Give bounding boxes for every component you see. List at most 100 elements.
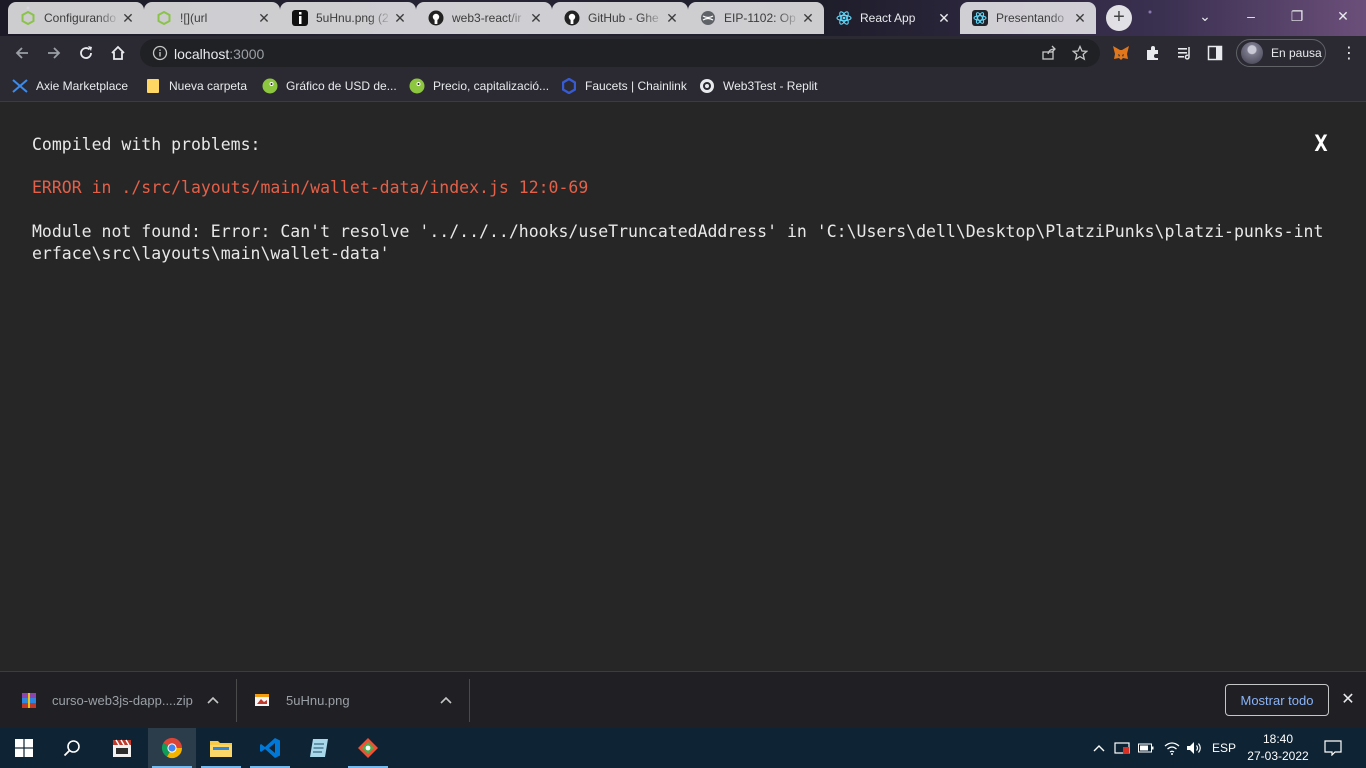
taskbar-app-vscode[interactable] bbox=[246, 728, 294, 768]
start-button[interactable] bbox=[0, 728, 48, 768]
taskbar-app-clapper[interactable] bbox=[98, 728, 146, 768]
globe-icon bbox=[700, 10, 716, 26]
close-icon[interactable]: ✕ bbox=[392, 10, 408, 26]
close-icon[interactable]: ✕ bbox=[120, 10, 136, 26]
close-icon[interactable]: ✕ bbox=[528, 10, 544, 26]
home-icon bbox=[111, 45, 125, 60]
divider bbox=[469, 679, 470, 722]
restore-icon: ❐ bbox=[1290, 7, 1304, 24]
reload-icon bbox=[80, 46, 92, 59]
tab-title: React App bbox=[860, 11, 916, 25]
tab-presentando[interactable]: Presentando ✕ bbox=[960, 2, 1096, 34]
github-icon bbox=[564, 10, 580, 26]
window-close-button[interactable]: ✕ bbox=[1320, 0, 1366, 32]
language-indicator[interactable]: ESP bbox=[1208, 728, 1240, 768]
react-icon bbox=[972, 10, 988, 26]
new-tab-button[interactable]: + bbox=[1106, 5, 1132, 31]
taskbar-app-explorer[interactable] bbox=[197, 728, 245, 768]
folder-icon bbox=[145, 78, 161, 94]
restore-button[interactable]: ❐ bbox=[1274, 0, 1320, 32]
reload-button[interactable] bbox=[72, 39, 100, 67]
error-heading: ERROR in ./src/layouts/main/wallet-data/… bbox=[32, 178, 589, 197]
profile-button[interactable]: En pausa bbox=[1236, 39, 1326, 67]
close-shelf-button[interactable]: ✕ bbox=[1339, 691, 1357, 709]
overlay-close-button[interactable]: X bbox=[1310, 132, 1332, 158]
speaker-icon bbox=[1187, 742, 1201, 754]
tab-strip: Configurando ✕ ![](url ✕ 5uHnu.png (2 ✕ … bbox=[0, 0, 1366, 36]
clock-date: 27-03-2022 bbox=[1247, 749, 1309, 763]
close-icon[interactable]: ✕ bbox=[800, 10, 816, 26]
windows-taskbar: ESP 18:40 27-03-2022 bbox=[0, 728, 1366, 768]
taskbar-app-chrome[interactable] bbox=[148, 728, 196, 768]
tab-5uhnu-png[interactable]: 5uHnu.png (2 ✕ bbox=[280, 2, 416, 34]
notification-icon bbox=[1324, 740, 1342, 756]
tab-title: Presentando bbox=[996, 11, 1065, 25]
browser-toolbar: localhost:3000 En pausa ⋮ bbox=[0, 36, 1366, 70]
tab-title: GitHub - Ghe bbox=[588, 11, 659, 25]
notifications-button[interactable] bbox=[1320, 728, 1346, 768]
chevron-up-icon[interactable] bbox=[438, 692, 454, 708]
extensions-puzzle-icon[interactable] bbox=[1144, 44, 1162, 62]
close-icon[interactable]: ✕ bbox=[1072, 10, 1088, 26]
error-message: Module not found: Error: Can't resolve '… bbox=[32, 222, 1324, 263]
forward-button[interactable] bbox=[40, 39, 68, 67]
tab-web3-react[interactable]: web3-react/ir ✕ bbox=[416, 2, 552, 34]
axie-icon bbox=[12, 78, 28, 94]
bookmark-web3test-replit[interactable]: Web3Test - Replit bbox=[699, 76, 817, 96]
tab-image-markdown[interactable]: ![](url ✕ bbox=[144, 2, 280, 34]
tab-configurando[interactable]: Configurando ✕ bbox=[8, 2, 144, 34]
replit-icon bbox=[699, 78, 715, 94]
close-icon[interactable]: ✕ bbox=[256, 10, 272, 26]
tab-title: ![](url bbox=[180, 11, 208, 25]
profile-status: En pausa bbox=[1271, 46, 1322, 60]
address-bar[interactable]: localhost:3000 bbox=[140, 39, 1100, 67]
volume-control[interactable] bbox=[1184, 728, 1206, 768]
taskbar-app-notepad[interactable] bbox=[295, 728, 343, 768]
show-hidden-icons-button[interactable] bbox=[1090, 728, 1108, 768]
tray-app-icon[interactable] bbox=[1112, 728, 1132, 768]
winrar-icon bbox=[20, 692, 38, 710]
tab-title: web3-react/ir bbox=[452, 11, 522, 25]
tab-eip-1102[interactable]: EIP-1102: Op ✕ bbox=[688, 2, 824, 34]
media-queue-icon[interactable] bbox=[1176, 44, 1194, 62]
vscode-icon bbox=[260, 738, 280, 758]
windows-logo-icon bbox=[15, 739, 33, 757]
bookmark-grafico-usd[interactable]: Gráfico de USD de... bbox=[262, 76, 397, 96]
bookmark-nueva-carpeta[interactable]: Nueva carpeta bbox=[145, 76, 247, 96]
bookmark-axie-marketplace[interactable]: Axie Marketplace bbox=[12, 76, 128, 96]
back-button[interactable] bbox=[8, 39, 36, 67]
menu-kebab-icon[interactable]: ⋮ bbox=[1340, 44, 1358, 62]
info-icon[interactable] bbox=[152, 45, 168, 61]
taskbar-app-git[interactable] bbox=[344, 728, 392, 768]
overlay-title: Compiled with problems: bbox=[32, 135, 261, 154]
arrow-left-icon bbox=[15, 47, 28, 59]
tab-title: 5uHnu.png (2 bbox=[316, 11, 389, 25]
download-item-png[interactable]: 5uHnu.png bbox=[254, 672, 464, 729]
arrow-right-icon bbox=[48, 47, 61, 59]
wifi-status[interactable] bbox=[1160, 728, 1184, 768]
divider bbox=[236, 679, 237, 722]
show-all-downloads-button[interactable]: Mostrar todo bbox=[1225, 684, 1329, 716]
error-overlay: Compiled with problems: X ERROR in ./src… bbox=[0, 102, 1366, 671]
chevron-up-icon[interactable] bbox=[205, 692, 221, 708]
download-item-zip[interactable]: curso-web3js-dapp....zip bbox=[20, 672, 230, 729]
side-panel-icon[interactable] bbox=[1206, 44, 1224, 62]
metamask-icon[interactable] bbox=[1112, 44, 1130, 62]
home-button[interactable] bbox=[104, 39, 132, 67]
search-button[interactable] bbox=[48, 728, 96, 768]
clock[interactable]: 18:40 27-03-2022 bbox=[1244, 731, 1312, 765]
share-icon[interactable] bbox=[1040, 44, 1058, 62]
clock-time: 18:40 bbox=[1262, 732, 1294, 746]
minimize-button[interactable]: – bbox=[1228, 0, 1274, 32]
mail-alert-icon bbox=[1114, 742, 1130, 754]
battery-status[interactable] bbox=[1136, 728, 1156, 768]
tab-github[interactable]: GitHub - Ghe ✕ bbox=[552, 2, 688, 34]
close-icon[interactable]: ✕ bbox=[664, 10, 680, 26]
bookmark-faucets-chainlink[interactable]: Faucets | Chainlink bbox=[561, 76, 687, 96]
bookmark-precio-capitalizacion[interactable]: Precio, capitalizació... bbox=[409, 76, 549, 96]
clapperboard-icon bbox=[113, 739, 131, 757]
star-icon[interactable] bbox=[1071, 44, 1089, 62]
tab-react-app[interactable]: React App ✕ bbox=[824, 2, 960, 34]
close-icon[interactable]: ✕ bbox=[936, 10, 952, 26]
tab-search-button[interactable]: ⌄ bbox=[1182, 0, 1228, 32]
